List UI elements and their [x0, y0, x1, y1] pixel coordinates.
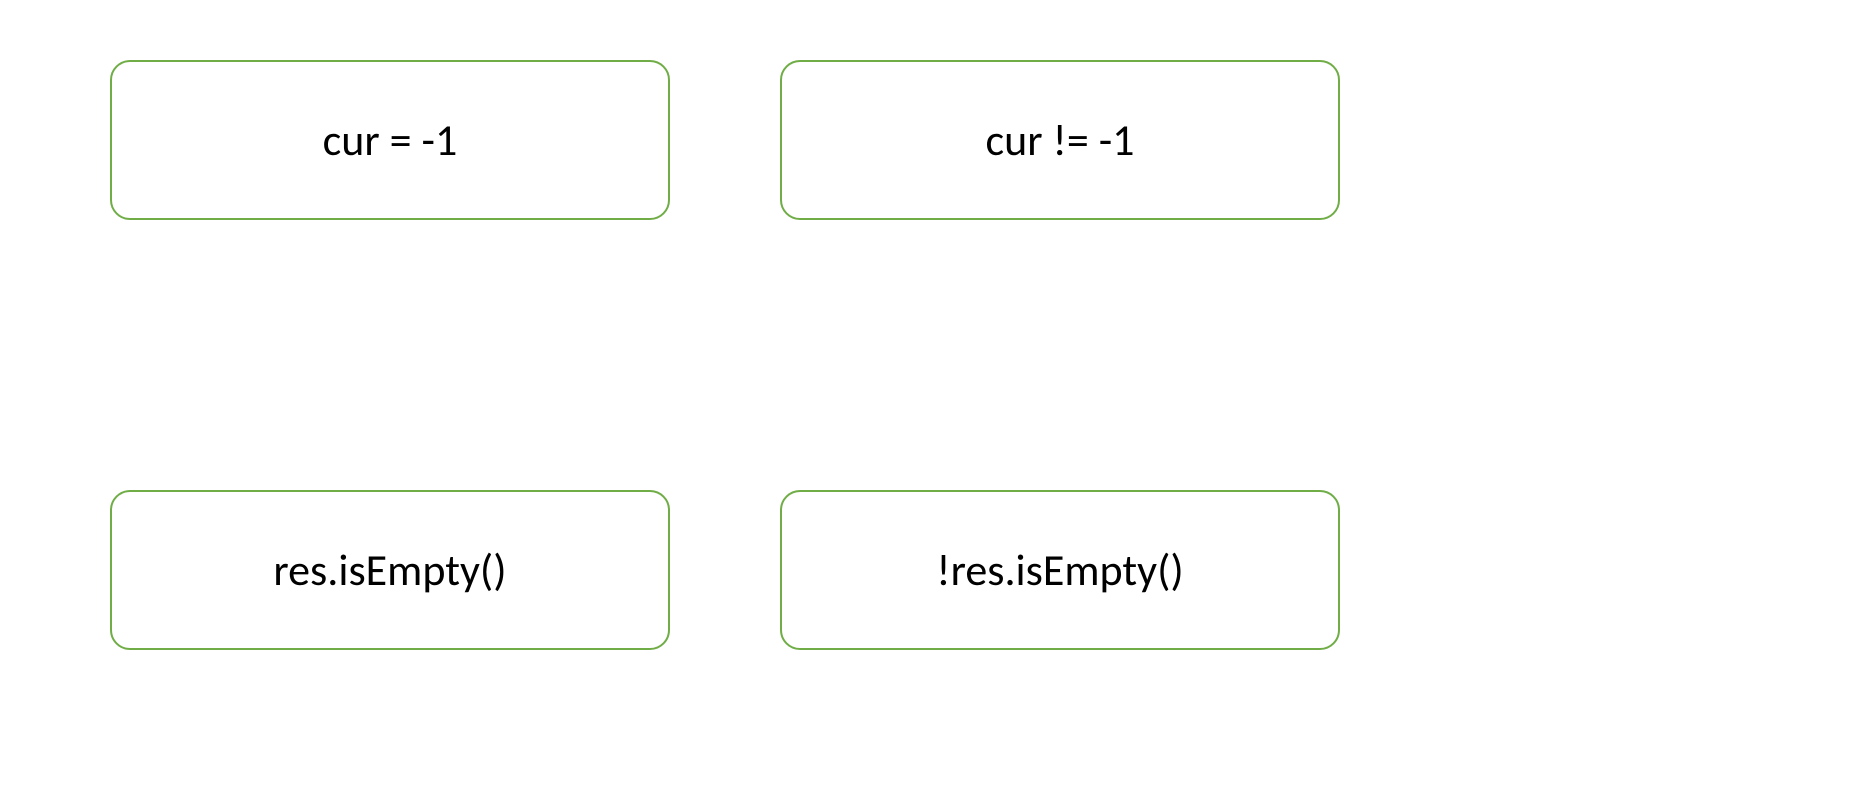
diagram-node-top-right: cur != -1: [780, 60, 1340, 220]
diagram-node-bottom-left: res.isEmpty(): [110, 490, 670, 650]
node-label: !res.isEmpty(): [936, 543, 1184, 597]
node-label: cur != -1: [986, 113, 1135, 167]
node-label: cur = -1: [323, 113, 458, 167]
diagram-node-bottom-right: !res.isEmpty(): [780, 490, 1340, 650]
diagram-node-top-left: cur = -1: [110, 60, 670, 220]
node-label: res.isEmpty(): [273, 543, 506, 597]
